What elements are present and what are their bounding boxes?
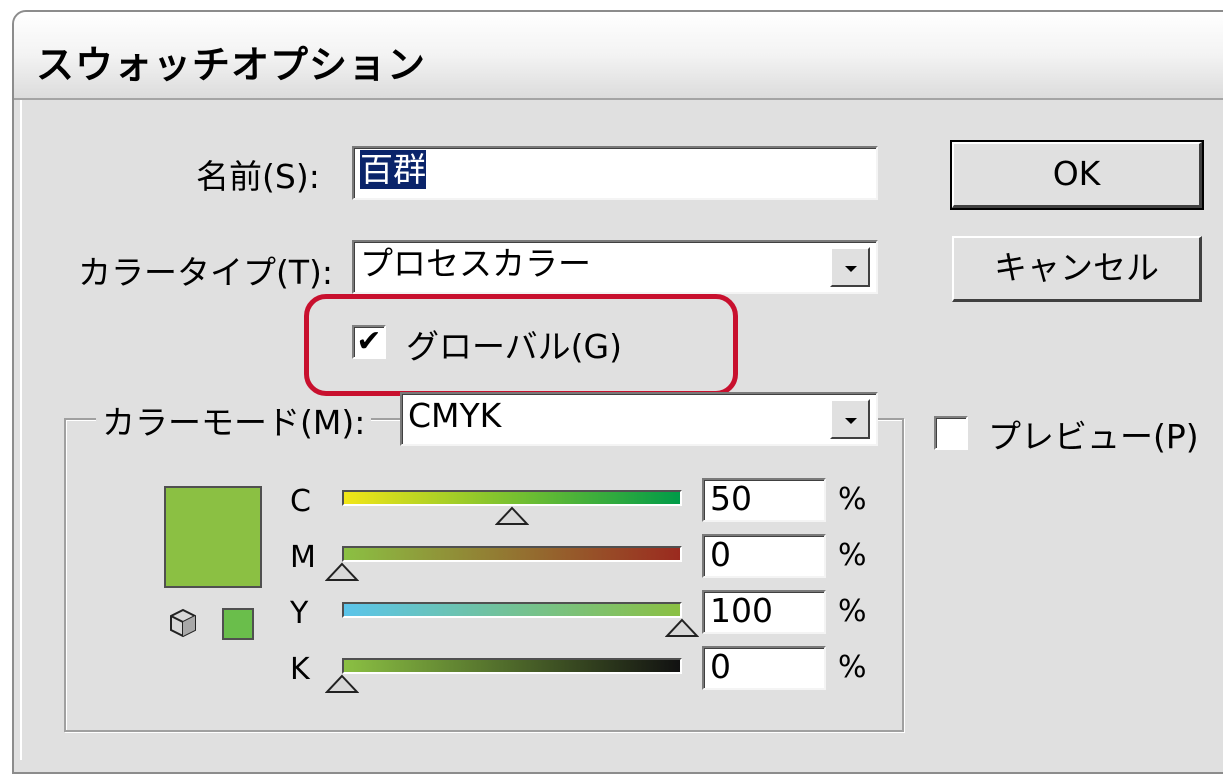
chevron-down-icon [845, 418, 857, 424]
slider-track[interactable] [342, 490, 682, 506]
percent-label: % [838, 594, 867, 629]
window-title: スウォッチオプション [36, 43, 427, 87]
slider-track[interactable] [342, 658, 682, 674]
cancel-button[interactable]: キャンセル [952, 236, 1202, 302]
slider-track[interactable] [342, 546, 682, 562]
channel-value-input[interactable]: 0 [702, 534, 826, 578]
channel-value-input[interactable]: 0 [702, 646, 826, 690]
ok-button[interactable]: OK [950, 140, 1204, 210]
out-of-gamut-cube-icon[interactable] [168, 608, 198, 638]
slider-thumb[interactable] [665, 618, 699, 638]
swatch-options-dialog: スウォッチオプション 名前(S): 百群 カラータイプ(T): プロセスカラー … [12, 10, 1223, 774]
dialog-body: 名前(S): 百群 カラータイプ(T): プロセスカラー ✔ グローバル(G) … [20, 100, 1223, 760]
channel-label: Y [290, 596, 309, 631]
color-type-label: カラータイプ(T): [78, 253, 334, 292]
color-mode-select[interactable]: CMYK [400, 392, 878, 446]
preview-checkbox[interactable] [934, 416, 968, 450]
color-mode-dropdown-button[interactable] [830, 399, 870, 439]
color-mode-value: CMYK [408, 396, 502, 435]
name-label: 名前(S): [196, 157, 320, 196]
global-label: グローバル(G) [406, 327, 622, 366]
name-input-value: 百群 [360, 150, 426, 189]
channel-label: C [290, 484, 311, 519]
percent-label: % [838, 650, 867, 685]
slider-thumb[interactable] [495, 506, 529, 526]
name-input[interactable]: 百群 [352, 146, 878, 200]
title-bar[interactable]: スウォッチオプション [14, 12, 1223, 100]
chevron-down-icon [845, 266, 857, 272]
channel-value-input[interactable]: 100 [702, 590, 826, 634]
checkmark-icon: ✔ [356, 324, 382, 359]
percent-label: % [838, 538, 867, 573]
color-type-select[interactable]: プロセスカラー [352, 240, 878, 294]
channel-value-input[interactable]: 50 [702, 478, 826, 522]
channel-label: K [290, 652, 310, 687]
slider-thumb[interactable] [325, 674, 359, 694]
percent-label: % [838, 482, 867, 517]
color-type-dropdown-button[interactable] [830, 247, 870, 287]
slider-thumb[interactable] [325, 562, 359, 582]
slider-track[interactable] [342, 602, 682, 618]
channel-label: M [290, 540, 316, 575]
global-checkbox[interactable]: ✔ [352, 325, 386, 359]
color-swatch-preview [164, 486, 262, 588]
color-mode-label: カラーモード(M): [96, 396, 372, 444]
web-safe-swatch[interactable] [222, 608, 254, 640]
preview-label: プレビュー(P) [988, 417, 1199, 456]
color-type-value: プロセスカラー [360, 244, 591, 283]
